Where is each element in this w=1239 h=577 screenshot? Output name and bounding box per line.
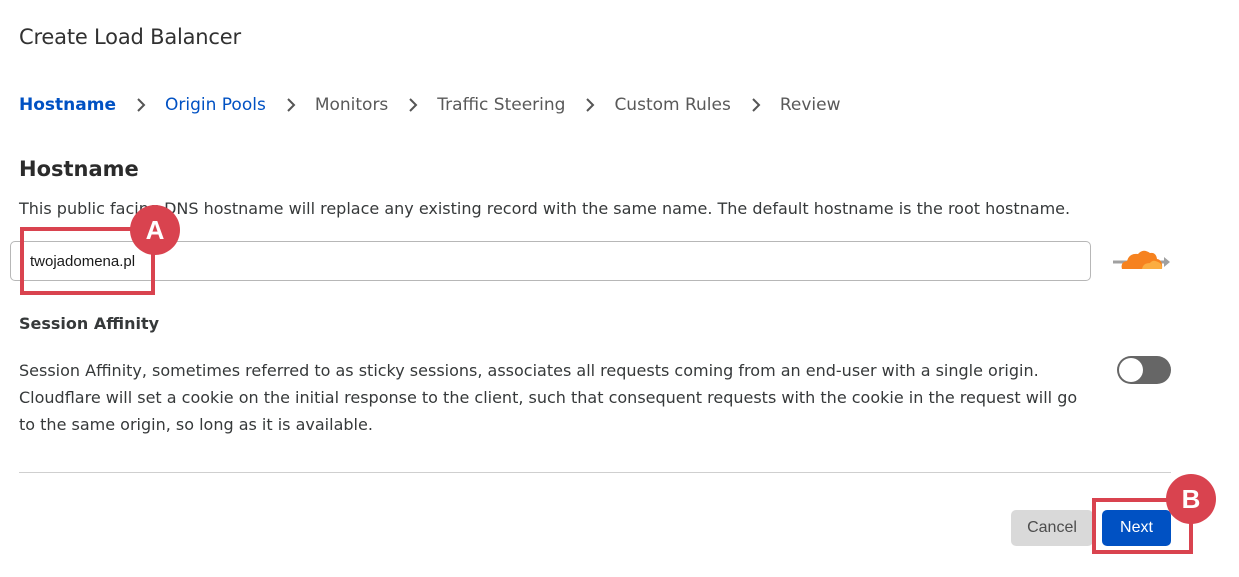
session-affinity-toggle[interactable] [1117, 356, 1171, 384]
session-affinity-description: Session Affinity, sometimes referred to … [19, 361, 1078, 434]
divider [19, 472, 1171, 473]
create-load-balancer-page: Create Load Balancer Hostname Origin Poo… [0, 0, 1239, 577]
chevron-right-icon [136, 97, 146, 113]
step-origin-pools[interactable]: Origin Pools [165, 95, 266, 115]
session-affinity-label: Session Affinity [19, 314, 160, 333]
step-traffic-steering[interactable]: Traffic Steering [437, 95, 565, 115]
wizard-steps: Hostname Origin Pools Monitors Traffic S… [19, 92, 841, 118]
toggle-knob [1119, 358, 1143, 382]
cloudflare-proxy-icon[interactable] [1112, 249, 1171, 275]
hostname-heading: Hostname [19, 157, 139, 181]
chevron-right-icon [408, 97, 418, 113]
annotation-marker-a: A [130, 205, 180, 255]
annotation-marker-b: B [1166, 474, 1216, 524]
page-title: Create Load Balancer [19, 25, 241, 49]
hostname-description: This public facing DNS hostname will rep… [19, 199, 1071, 218]
chevron-right-icon [585, 97, 595, 113]
step-hostname[interactable]: Hostname [19, 95, 116, 115]
step-custom-rules[interactable]: Custom Rules [614, 95, 730, 115]
chevron-right-icon [751, 97, 761, 113]
step-review[interactable]: Review [780, 95, 841, 115]
step-monitors[interactable]: Monitors [315, 95, 388, 115]
cancel-button[interactable]: Cancel [1011, 510, 1093, 546]
chevron-right-icon [286, 97, 296, 113]
